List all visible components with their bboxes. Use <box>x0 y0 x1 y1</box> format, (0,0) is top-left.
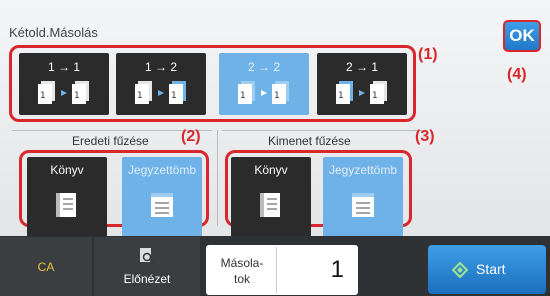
option-label: Jegyzettömb <box>127 163 197 177</box>
mode-label: 1 → 1 <box>47 60 80 74</box>
divider <box>217 130 218 226</box>
start-diamond-icon <box>452 262 468 278</box>
copies-label-line1: Másola- <box>220 256 264 270</box>
mode-label: 2 → 2 <box>247 60 280 74</box>
svg-text:1: 1 <box>274 91 280 101</box>
clear-all-button[interactable]: CA <box>0 237 92 296</box>
copies-label: Másola- tok <box>212 255 272 287</box>
callout-3: (3) <box>415 128 435 145</box>
svg-text:1: 1 <box>74 91 80 101</box>
svg-text:1: 1 <box>338 91 344 101</box>
output-tablet-button[interactable]: Jegyzettömb <box>323 157 403 237</box>
mode-2-to-1[interactable]: 2 → 1 1 1 <box>317 53 407 115</box>
start-label: Start <box>476 261 506 277</box>
copies-value[interactable]: 1 <box>276 247 354 293</box>
single-to-single-icon: 1 1 <box>38 81 89 104</box>
mode-label: 2 → 1 <box>345 60 378 74</box>
callout-1: (1) <box>418 46 438 63</box>
mode-2-to-2[interactable]: 2 → 2 1 1 <box>219 53 309 115</box>
output-book-button[interactable]: Könyv <box>231 157 311 237</box>
original-book-button[interactable]: Könyv <box>27 157 107 237</box>
option-label: Jegyzettömb <box>328 163 398 177</box>
copies-field[interactable]: Másola- tok 1 <box>206 245 358 295</box>
option-label: Könyv <box>50 163 84 177</box>
output-binding-label: Kimenet fűzése <box>268 134 351 148</box>
copies-label-line2: tok <box>233 272 250 286</box>
copy-screen: Kétold.Másolás OK (4) (1) 1 → 1 1 1 1 → … <box>0 0 550 296</box>
original-tablet-button[interactable]: Jegyzettömb <box>122 157 202 237</box>
duplex-to-duplex-icon: 1 1 <box>238 81 289 104</box>
mode-label: 1 → 2 <box>144 60 177 74</box>
svg-text:1: 1 <box>40 91 46 101</box>
single-to-duplex-icon: 1 1 <box>135 81 186 104</box>
svg-text:1: 1 <box>372 91 378 101</box>
svg-text:1: 1 <box>240 91 246 101</box>
mode-1-to-2[interactable]: 1 → 2 1 1 <box>116 53 206 115</box>
page-title: Kétold.Másolás <box>9 25 98 40</box>
tablet-binding-icon <box>352 193 374 217</box>
duplex-to-single-icon: 1 1 <box>336 81 387 104</box>
svg-text:1: 1 <box>171 91 177 101</box>
callout-4: (4) <box>507 66 527 83</box>
preview-button[interactable]: Előnézet <box>94 237 200 296</box>
callout-2: (2) <box>181 128 201 145</box>
book-binding-icon <box>260 193 280 217</box>
option-label: Könyv <box>254 163 288 177</box>
svg-text:1: 1 <box>137 91 143 101</box>
original-binding-label: Eredeti fűzése <box>72 134 149 148</box>
tablet-binding-icon <box>151 193 173 217</box>
start-button[interactable]: Start <box>428 245 546 294</box>
preview-icon <box>140 248 154 264</box>
ok-button[interactable]: OK <box>503 20 541 52</box>
book-binding-icon <box>56 193 76 217</box>
preview-label: Előnézet <box>123 272 171 286</box>
divider <box>222 130 422 131</box>
mode-1-to-1[interactable]: 1 → 1 1 1 <box>19 53 109 115</box>
